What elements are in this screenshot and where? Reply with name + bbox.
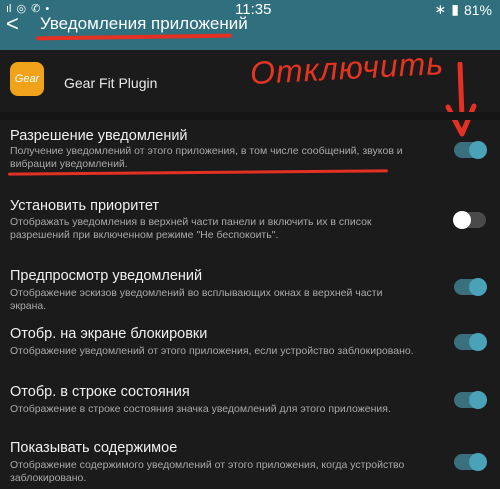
toggle-knob: [469, 453, 487, 471]
allow-notifications-toggle[interactable]: [454, 141, 487, 159]
back-arrow-icon[interactable]: <: [6, 13, 19, 35]
setting-lock-screen[interactable]: Отобр. на экране блокировки Отображение …: [0, 320, 500, 370]
toggle-knob: [469, 278, 487, 296]
setting-status-bar[interactable]: Отобр. в строке состояния Отображение в …: [0, 378, 500, 428]
more-icon: •: [45, 2, 50, 15]
toggle-knob: [469, 333, 487, 351]
preview-toggle[interactable]: [454, 278, 487, 296]
signal-icon: ▮: [451, 1, 459, 17]
setting-description: Отображение эскизов уведомлений во всплы…: [10, 287, 383, 312]
setting-title: Разрешение уведомлений: [10, 128, 188, 144]
app-name: Gear Fit Plugin: [64, 75, 158, 91]
setting-show-content[interactable]: Показывать содержимое Отображение содерж…: [0, 434, 500, 489]
setting-title: Отобр. на экране блокировки: [10, 326, 208, 342]
battery-label: 81%: [463, 1, 492, 18]
setting-description: Получение уведомлений от этого приложени…: [10, 145, 403, 170]
status-bar-toggle[interactable]: [454, 391, 487, 409]
bluetooth-icon: ∗: [434, 1, 447, 17]
setting-preview[interactable]: Предпросмотр уведомлений Отображение эск…: [0, 262, 500, 312]
gear-app-logo: Gear: [10, 62, 44, 96]
setting-title: Отобр. в строке состояния: [10, 384, 190, 400]
phone-icon: ✆: [31, 3, 41, 15]
lock-screen-toggle[interactable]: [454, 333, 487, 351]
setting-description: Отображать уведомления в верхней части п…: [10, 216, 372, 241]
setting-title: Установить приоритет: [10, 198, 160, 214]
setting-priority[interactable]: Установить приоритет Отображать уведомле…: [0, 190, 500, 252]
setting-description: Отображение содержимого уведомлений от э…: [10, 459, 405, 484]
setting-description: Отображение уведомлений от этого приложе…: [10, 345, 414, 357]
status-icons-right: ∗ ▮ 81%: [435, 1, 492, 18]
app-header: ıl ◎ ✆ • 11:35 ∗ ▮ 81% < Уведомления при…: [0, 0, 500, 50]
toggle-knob: [453, 211, 471, 229]
toggle-knob: [469, 391, 487, 409]
page-title: Уведомления приложений: [40, 14, 248, 33]
section-divider: [0, 112, 500, 120]
setting-title: Предпросмотр уведомлений: [10, 268, 203, 284]
setting-description: Отображение в строке состояния значка ув…: [10, 403, 391, 415]
setting-title: Показывать содержимое: [10, 440, 178, 456]
toggle-knob: [469, 141, 487, 159]
red-underline-annotation: [35, 33, 233, 41]
show-content-toggle[interactable]: [454, 453, 487, 471]
priority-toggle[interactable]: [453, 211, 486, 229]
